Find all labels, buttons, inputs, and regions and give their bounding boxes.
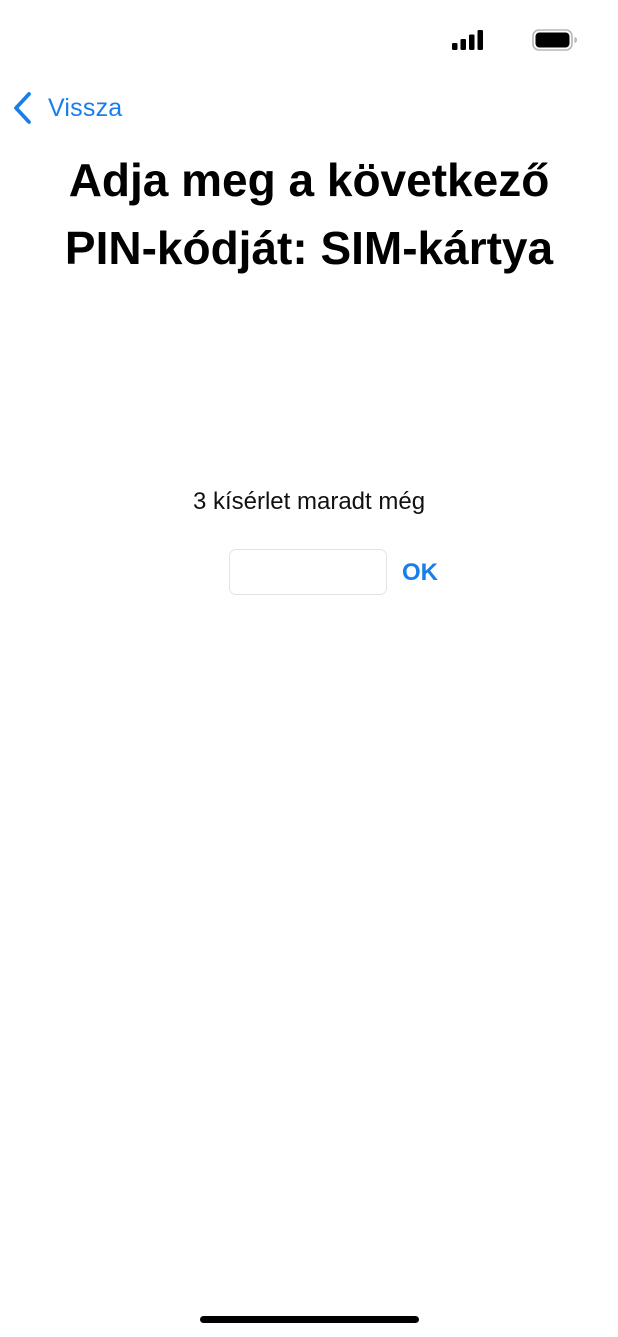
pin-input[interactable]: [229, 549, 387, 595]
back-button[interactable]: Vissza: [12, 88, 122, 128]
ok-button[interactable]: OK: [396, 554, 444, 592]
page-title: Adja meg a következő PIN-kódját: SIM-kár…: [64, 154, 554, 274]
attempts-remaining-text: 3 kísérlet maradt még: [192, 488, 426, 515]
cellular-signal-icon: [452, 30, 483, 50]
back-label: Vissza: [48, 93, 123, 122]
home-indicator[interactable]: [200, 1316, 419, 1323]
battery-full-icon: [532, 29, 577, 51]
chevron-left-icon: [14, 92, 31, 124]
status-bar: [0, 0, 618, 80]
